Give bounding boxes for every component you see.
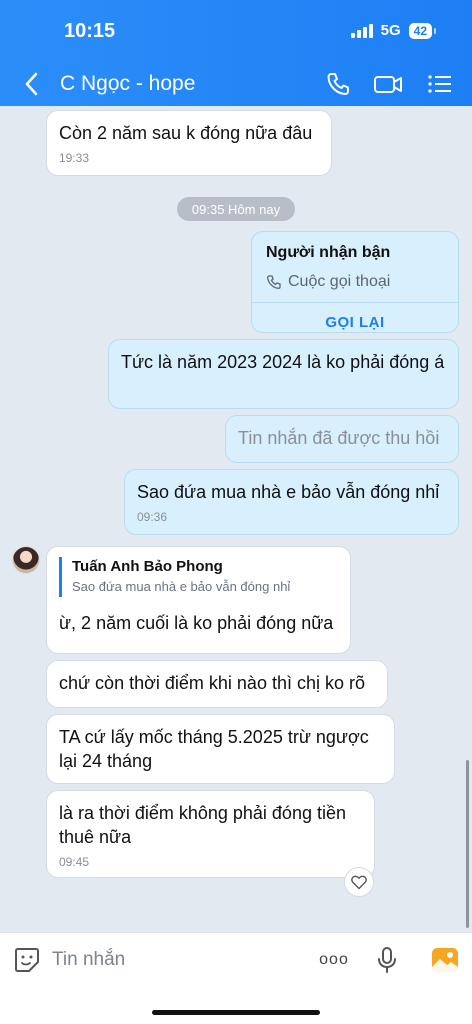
reply-message[interactable]: Tuấn Anh Bảo Phong Sao đứa mua nhà e bảo… xyxy=(46,546,351,654)
video-camera-icon xyxy=(374,76,402,93)
scrollbar[interactable] xyxy=(466,760,469,928)
message-text: Tin nhắn đã được thu hồi xyxy=(238,428,440,448)
back-button[interactable] xyxy=(20,70,44,98)
call-back-button[interactable]: GỌI LẠI xyxy=(252,302,458,332)
home-indicator xyxy=(152,1010,320,1015)
more-options-button[interactable]: ooo xyxy=(318,945,350,975)
video-call-button[interactable] xyxy=(372,68,404,100)
voice-message-button[interactable] xyxy=(372,945,402,975)
message-text: Tức là năm 2023 2024 là ko phải đóng á xyxy=(121,352,445,372)
network-type: 5G xyxy=(380,22,401,39)
message-text: ừ, 2 năm cuối là ko phải đóng nữa xyxy=(59,613,334,633)
phone-icon xyxy=(327,73,349,95)
image-gallery-icon xyxy=(432,948,458,972)
chat-header: 10:15 5G 42 C Ngọc - hope xyxy=(0,0,472,106)
message-text: Sao đứa mua nhà e bảo vẫn đóng nhỉ xyxy=(137,482,440,502)
message-time: 09:36 xyxy=(137,510,168,524)
message-text: TA cứ lấy mốc tháng 5.2025 trừ ngược lại… xyxy=(59,727,369,771)
message-text: Còn 2 năm sau k đóng nữa đâu xyxy=(59,123,313,143)
avatar[interactable] xyxy=(12,546,40,574)
sticker-button[interactable] xyxy=(12,945,42,975)
image-picker-button[interactable] xyxy=(430,945,460,975)
react-button[interactable] xyxy=(344,867,374,897)
date-separator: 09:35 Hôm nay xyxy=(177,197,295,221)
status-indicators: 5G 42 xyxy=(350,22,437,39)
incoming-message[interactable]: chứ còn thời điểm khi nào thì chị ko rõ xyxy=(46,660,388,708)
voice-call-button[interactable] xyxy=(322,68,354,100)
call-status: Người nhận bận xyxy=(266,244,391,261)
outgoing-message[interactable]: Sao đứa mua nhà e bảo vẫn đóng nhỉ 09:36 xyxy=(124,469,459,535)
incoming-message[interactable]: TA cứ lấy mốc tháng 5.2025 trừ ngược lại… xyxy=(46,714,395,784)
status-time: 10:15 xyxy=(64,20,116,42)
quoted-message[interactable]: Tuấn Anh Bảo Phong Sao đứa mua nhà e bảo… xyxy=(59,557,338,597)
message-time: 19:33 xyxy=(59,151,90,165)
sticker-smiley-icon xyxy=(15,948,39,972)
message-text: chứ còn thời điểm khi nào thì chị ko rõ xyxy=(59,673,365,693)
quoted-sender: Tuấn Anh Bảo Phong xyxy=(72,558,223,575)
incoming-message[interactable]: Còn 2 năm sau k đóng nữa đâu 19:33 xyxy=(46,110,332,176)
chat-title[interactable]: C Ngọc - hope xyxy=(60,72,195,96)
message-input[interactable]: Tin nhắn xyxy=(52,949,125,971)
phone-call-icon xyxy=(267,275,281,289)
chat-options-button[interactable] xyxy=(424,68,456,100)
call-type: Cuộc gọi thoại xyxy=(288,273,391,290)
chevron-left-icon xyxy=(25,72,38,96)
signal-icon xyxy=(350,23,373,38)
heart-icon xyxy=(351,875,367,890)
quoted-text: Sao đứa mua nhà e bảo vẫn đóng nhỉ xyxy=(72,579,291,594)
incoming-message[interactable]: là ra thời điểm không phải đóng tiền thu… xyxy=(46,790,375,878)
microphone-icon xyxy=(378,947,396,973)
missed-call-card[interactable]: Người nhận bận Cuộc gọi thoại GỌI LẠI xyxy=(251,231,459,333)
outgoing-message[interactable]: Tức là năm 2023 2024 là ko phải đóng á xyxy=(108,339,459,409)
recalled-message[interactable]: Tin nhắn đã được thu hồi xyxy=(225,415,459,463)
more-dots-icon: ooo xyxy=(319,951,349,968)
message-time: 09:45 xyxy=(59,855,90,869)
message-text: là ra thời điểm không phải đóng tiền thu… xyxy=(59,803,346,847)
list-menu-icon xyxy=(428,75,451,93)
battery-icon: 42 xyxy=(408,22,437,39)
